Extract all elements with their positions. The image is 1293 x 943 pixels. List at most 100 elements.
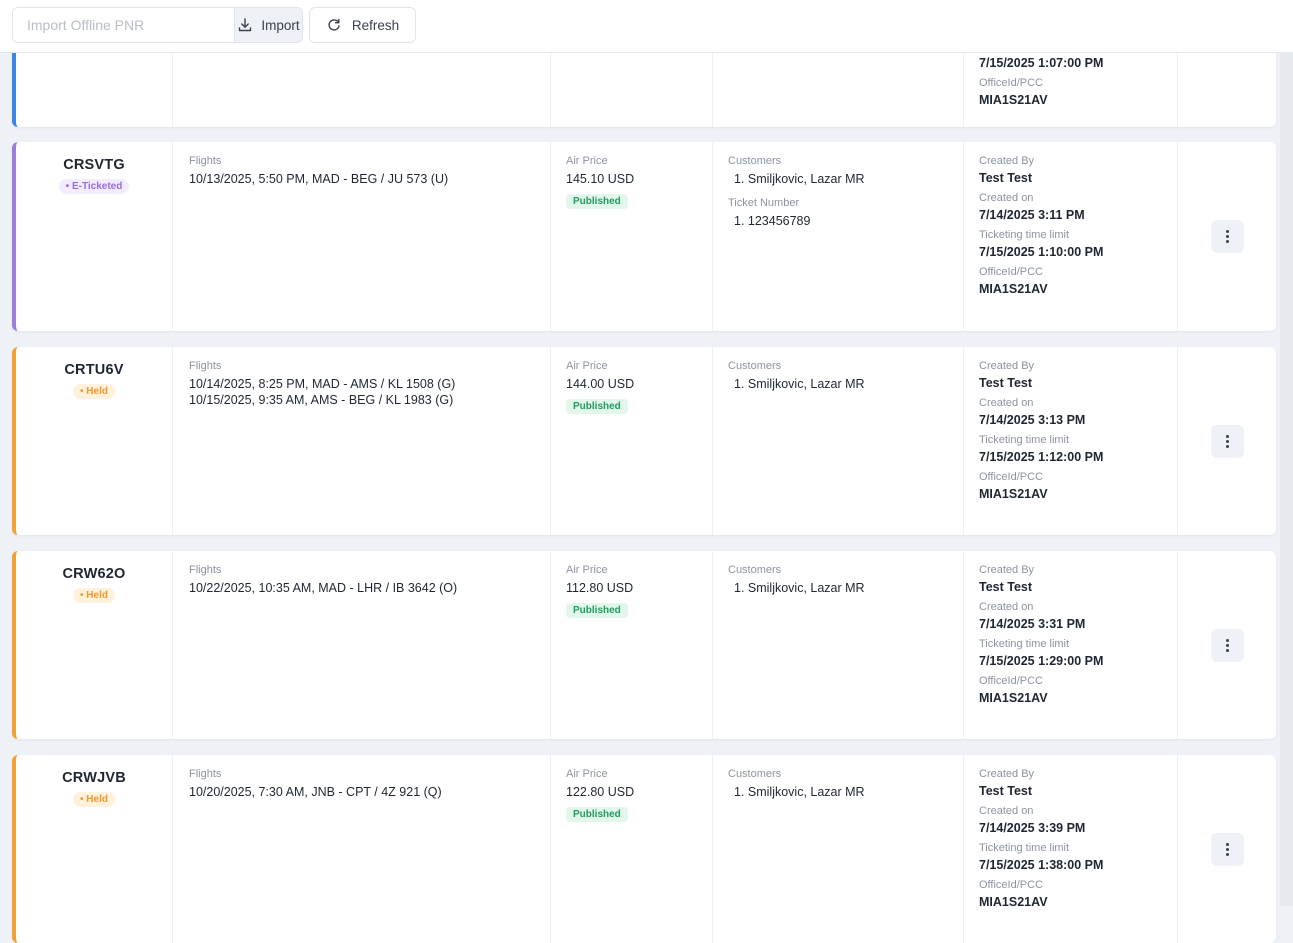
more-actions-button[interactable] [1210, 424, 1244, 458]
refresh-icon [326, 17, 342, 33]
flight-line: 10/20/2025, 7:30 AM, JNB - CPT / 4Z 921 … [189, 785, 442, 799]
created-by-value: Test Test [979, 376, 1033, 390]
customers-cell: Customers 1. Smiljkovic, Lazar MR Ticket… [713, 142, 964, 331]
actions-cell [1178, 40, 1276, 127]
customer-name: 1. Smiljkovic, Lazar MR [734, 377, 865, 391]
office-id-label: OfficeId/PCC [979, 77, 1043, 89]
ticketing-time-limit-value: 7/15/2025 1:29:00 PM [979, 654, 1104, 668]
more-actions-button[interactable] [1210, 220, 1244, 253]
pnr-code[interactable]: CRTU6V [16, 362, 172, 378]
refresh-button[interactable]: Refresh [309, 7, 416, 43]
office-id-label: OfficeId/PCC [979, 879, 1043, 891]
scrollbar[interactable] [1280, 52, 1293, 906]
meta-cell: Created By Test Test Created on 7/14/202… [964, 347, 1178, 535]
more-vertical-icon [1225, 230, 1229, 243]
air-price-value: 145.10 USD [566, 172, 635, 186]
ticketing-time-limit-label: Ticketing time limit [979, 638, 1070, 650]
import-pnr-input[interactable] [13, 8, 234, 42]
customers-cell: Customers 1. Smiljkovic, Lazar MR [713, 551, 964, 739]
flight-line: 10/22/2025, 10:35 AM, MAD - LHR / IB 364… [189, 581, 458, 595]
booking-card: CRTU6V Held Flights 10/14/2025, 8:25 PM,… [12, 347, 1276, 535]
price-cell: Air Price 122.80 USD Published [551, 755, 713, 943]
customers-label: Customers [728, 360, 782, 372]
customers-label: Customers [728, 768, 782, 780]
customer-name: 1. Smiljkovic, Lazar MR [734, 785, 865, 799]
price-cell [551, 40, 713, 127]
more-vertical-icon [1225, 842, 1229, 856]
ticketing-time-limit-label: Ticketing time limit [979, 842, 1070, 854]
status-badge: E-Ticketed [58, 179, 130, 194]
status-badge: Held [73, 588, 115, 603]
air-price-label: Air Price [566, 768, 608, 780]
created-on-label: Created on [979, 601, 1034, 613]
flight-line: 10/13/2025, 5:50 PM, MAD - BEG / JU 573 … [189, 172, 449, 186]
air-price-label: Air Price [566, 155, 608, 167]
created-on-label: Created on [979, 192, 1034, 204]
ticket-number-label: Ticket Number [728, 197, 800, 209]
published-badge: Published [566, 194, 628, 209]
air-price-value: 122.80 USD [566, 785, 635, 799]
flights-cell: Flights 10/14/2025, 8:25 PM, MAD - AMS /… [173, 347, 551, 535]
ticketing-time-limit-value: 7/15/2025 1:07:00 PM [979, 56, 1104, 70]
customer-name: 1. Smiljkovic, Lazar MR [734, 172, 865, 186]
air-price-label: Air Price [566, 360, 608, 372]
actions-cell [1178, 347, 1276, 535]
flights-label: Flights [189, 360, 222, 372]
actions-cell [1178, 142, 1276, 331]
flights-label: Flights [189, 564, 222, 576]
status-badge: Held [73, 792, 115, 807]
booking-card: CRSVTG E-Ticketed Flights 10/13/2025, 5:… [12, 142, 1276, 331]
import-pnr-group: Import [12, 7, 303, 43]
more-actions-button[interactable] [1210, 628, 1244, 662]
pnr-code[interactable]: CRW62O [16, 566, 172, 582]
pnr-cell: CRWJVB Held [16, 755, 173, 943]
pnr-code[interactable]: CRWJVB [16, 770, 172, 786]
office-id-value: MIA1S21AV [979, 895, 1048, 909]
booking-card: CRW62O Held Flights 10/22/2025, 10:35 AM… [12, 551, 1276, 739]
created-by-label: Created By [979, 360, 1035, 372]
ticketing-time-limit-value: 7/15/2025 1:12:00 PM [979, 450, 1104, 464]
import-button-label: Import [261, 17, 300, 33]
meta-cell: 7/15/2025 1:07:00 PM OfficeId/PCC MIA1S2… [964, 40, 1178, 127]
office-id-label: OfficeId/PCC [979, 471, 1043, 483]
meta-cell: Created By Test Test Created on 7/14/202… [964, 755, 1178, 943]
air-price-value: 144.00 USD [566, 377, 635, 391]
created-by-value: Test Test [979, 784, 1033, 798]
more-actions-button[interactable] [1210, 832, 1244, 866]
published-badge: Published [566, 807, 628, 822]
published-badge: Published [566, 603, 628, 618]
created-on-label: Created on [979, 397, 1034, 409]
ticketing-time-limit-value: 7/15/2025 1:38:00 PM [979, 858, 1104, 872]
pnr-cell: CRSVTG E-Ticketed [16, 142, 173, 331]
created-by-value: Test Test [979, 171, 1033, 185]
created-on-value: 7/14/2025 3:13 PM [979, 413, 1086, 427]
meta-cell: Created By Test Test Created on 7/14/202… [964, 551, 1178, 739]
flight-line: 10/14/2025, 8:25 PM, MAD - AMS / KL 1508… [189, 377, 456, 391]
ticketing-time-limit-label: Ticketing time limit [979, 434, 1070, 446]
pnr-cell: CRW62O Held [16, 551, 173, 739]
office-id-value: MIA1S21AV [979, 282, 1048, 296]
ticket-number-value: 1. 123456789 [734, 214, 811, 228]
booking-card-partial: 7/15/2025 1:07:00 PM OfficeId/PCC MIA1S2… [12, 40, 1276, 127]
office-id-value: MIA1S21AV [979, 691, 1048, 705]
created-by-label: Created By [979, 564, 1035, 576]
customer-name: 1. Smiljkovic, Lazar MR [734, 581, 865, 595]
office-id-value: MIA1S21AV [979, 93, 1048, 107]
flight-line: 10/15/2025, 9:35 AM, AMS - BEG / KL 1983… [189, 393, 454, 407]
customers-label: Customers [728, 564, 782, 576]
actions-cell [1178, 551, 1276, 739]
import-button[interactable]: Import [234, 8, 302, 42]
flights-label: Flights [189, 155, 222, 167]
air-price-value: 112.80 USD [566, 581, 634, 595]
download-icon [237, 17, 253, 33]
published-badge: Published [566, 399, 628, 414]
more-vertical-icon [1225, 434, 1229, 448]
created-by-label: Created By [979, 768, 1035, 780]
toolbar: Import Refresh [0, 0, 1293, 53]
customers-cell [713, 40, 964, 127]
pnr-cell: CRTU6V Held [16, 347, 173, 535]
ticketing-time-limit-value: 7/15/2025 1:10:00 PM [979, 245, 1104, 259]
office-id-label: OfficeId/PCC [979, 675, 1043, 687]
created-on-value: 7/14/2025 3:39 PM [979, 821, 1086, 835]
pnr-code[interactable]: CRSVTG [16, 157, 172, 173]
